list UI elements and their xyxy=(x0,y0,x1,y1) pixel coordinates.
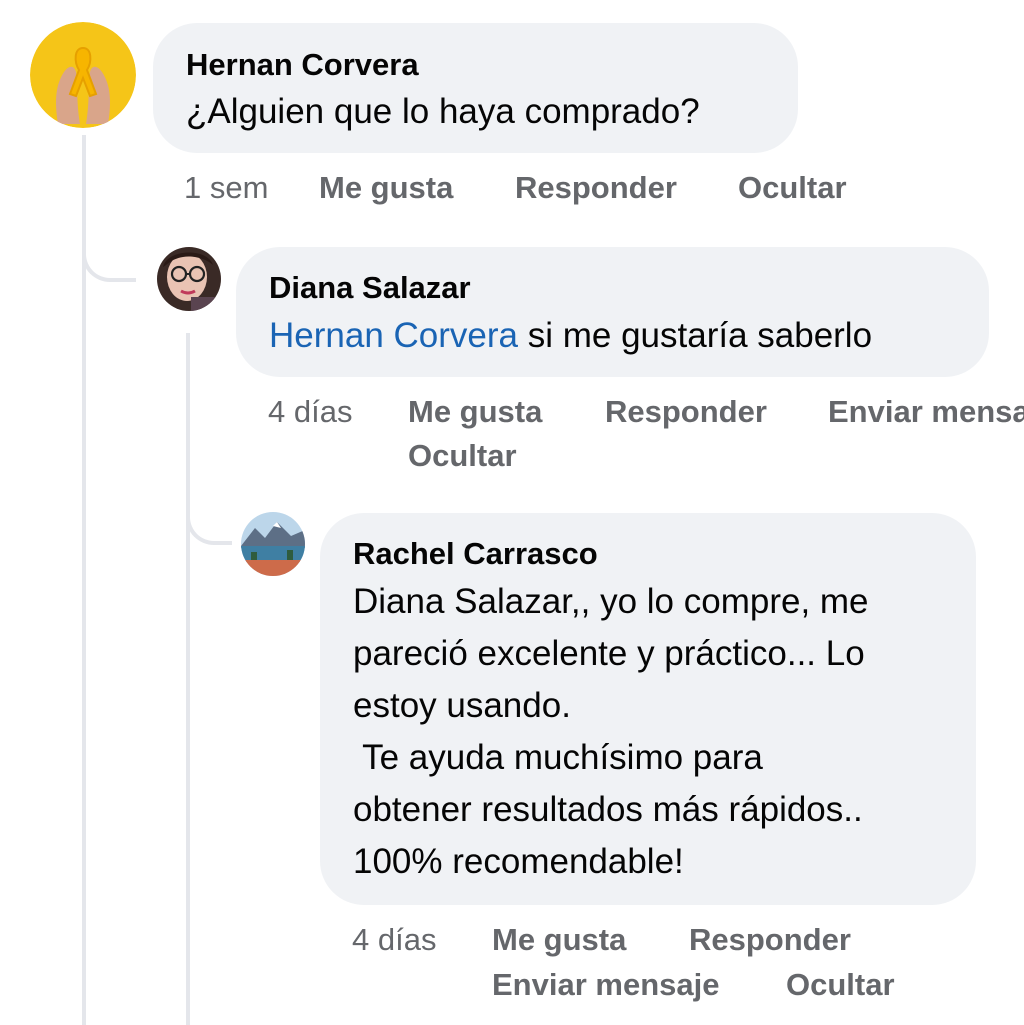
reply-button[interactable]: Responder xyxy=(689,918,851,962)
avatar-rachel[interactable] xyxy=(241,512,305,576)
comment-text-line: Te ayuda muchísimo para xyxy=(353,738,763,777)
comment-timestamp[interactable]: 4 días xyxy=(352,918,436,962)
comment-timestamp[interactable]: 1 sem xyxy=(184,166,268,210)
avatar-hernan[interactable] xyxy=(30,22,136,128)
like-button[interactable]: Me gusta xyxy=(319,166,453,210)
hide-button[interactable]: Ocultar xyxy=(408,434,517,478)
thread-connector-reply-2 xyxy=(186,495,232,545)
like-button[interactable]: Me gusta xyxy=(408,390,542,434)
reply-button[interactable]: Responder xyxy=(515,166,677,210)
profile-photo-icon xyxy=(157,247,221,311)
reply-button[interactable]: Responder xyxy=(605,390,767,434)
send-message-button[interactable]: Enviar mensaje xyxy=(828,390,1024,434)
hide-button[interactable]: Ocultar xyxy=(786,963,895,1007)
avatar-diana[interactable] xyxy=(157,247,221,311)
mention-link[interactable]: Hernan Corvera xyxy=(269,316,518,355)
comment-text-line: obtener resultados más rápidos.. xyxy=(353,790,863,829)
comment-text-line: 100% recomendable! xyxy=(353,842,684,881)
thread-line-reply xyxy=(186,333,190,1025)
landscape-photo-icon xyxy=(241,512,305,576)
send-message-clip: Enviar mensaje xyxy=(828,390,1024,434)
comment-author[interactable]: Hernan Corvera xyxy=(186,47,419,83)
hide-button[interactable]: Ocultar xyxy=(738,166,847,210)
comment-text-line: Diana Salazar,, yo lo compre, me xyxy=(353,582,869,621)
thread-connector-reply-1 xyxy=(82,220,136,282)
comment-text-line: pareció excelente y práctico... Lo xyxy=(353,634,865,673)
send-message-button[interactable]: Enviar mensaje xyxy=(492,963,719,1007)
comment-author[interactable]: Diana Salazar xyxy=(269,270,471,306)
comment-text-body: si me gustaría saberlo xyxy=(518,316,873,355)
comment-text-line: estoy usando. xyxy=(353,686,571,725)
comment-text: ¿Alguien que lo haya comprado? xyxy=(186,92,700,131)
comment-text: Hernan Corvera si me gustaría saberlo xyxy=(269,310,872,362)
comment-author[interactable]: Rachel Carrasco xyxy=(353,536,598,572)
comment-timestamp[interactable]: 4 días xyxy=(268,390,352,434)
awareness-ribbon-hands-icon xyxy=(30,22,136,128)
like-button[interactable]: Me gusta xyxy=(492,918,626,962)
